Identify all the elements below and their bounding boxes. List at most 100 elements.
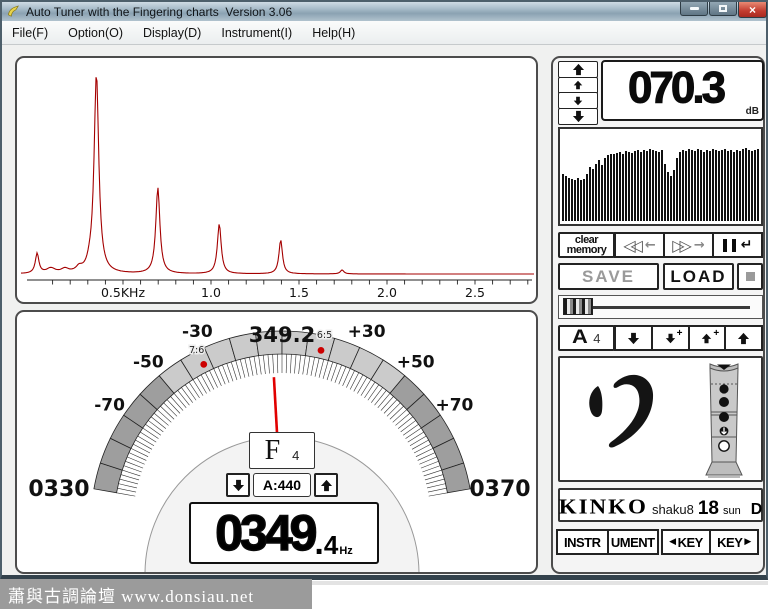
semitone-up-button[interactable]: + xyxy=(688,325,727,351)
history-bar xyxy=(634,151,636,221)
minimize-button[interactable] xyxy=(680,2,708,16)
load-button[interactable]: LOAD xyxy=(663,263,734,290)
level-up-button[interactable] xyxy=(558,77,598,94)
history-bar xyxy=(649,149,651,221)
down-arrow-icon xyxy=(573,96,583,106)
reference-up-button[interactable] xyxy=(314,473,338,497)
instrument-next-button[interactable]: UMENT xyxy=(607,529,660,555)
history-bar xyxy=(580,180,582,221)
reference-down-button[interactable] xyxy=(226,473,250,497)
history-bar xyxy=(616,153,618,221)
instrument-buttons: INSTR UMENT xyxy=(558,529,659,555)
frequency-decimal: 4 xyxy=(324,532,338,558)
save-button[interactable]: SAVE xyxy=(558,263,659,290)
instrument-model: shaku8 xyxy=(652,502,694,517)
slider-track[interactable] xyxy=(569,306,750,309)
history-bar xyxy=(733,152,735,221)
menu-bar: File(F) Option(O) Display(D) Instrument(… xyxy=(2,21,766,45)
return-arrow-icon: ↵ xyxy=(741,237,753,253)
history-bar xyxy=(622,154,624,222)
menu-instrument[interactable]: Instrument(I) xyxy=(211,23,302,43)
history-bar xyxy=(571,179,573,221)
instrument-prev-button[interactable]: INSTR xyxy=(556,529,609,555)
octave-down-button[interactable] xyxy=(614,325,653,351)
stop-button[interactable] xyxy=(737,263,763,290)
svg-text:349.2: 349.2 xyxy=(249,323,315,347)
menu-option[interactable]: Option(O) xyxy=(58,23,133,43)
history-bar xyxy=(721,150,723,221)
slider-thumb[interactable] xyxy=(563,298,593,315)
history-bar xyxy=(655,151,657,221)
instrument-size: 18 xyxy=(698,498,719,520)
close-icon: × xyxy=(749,4,756,16)
history-bar xyxy=(574,180,576,221)
semitone-down-button[interactable]: + xyxy=(651,325,690,351)
svg-text:1.0: 1.0 xyxy=(201,285,221,300)
history-bar xyxy=(751,151,753,221)
spectrum-chart: 0.5KHz1.01.52.02.5 xyxy=(17,58,536,302)
history-bar xyxy=(739,151,741,221)
down-arrow-icon xyxy=(232,479,245,492)
control-panel: 070.3 dB clear memory ◁◁ ← ▷▷ → xyxy=(551,56,765,574)
desktop-edge xyxy=(312,581,768,585)
maximize-button[interactable] xyxy=(709,2,737,16)
history-bar xyxy=(727,151,729,221)
menu-file[interactable]: File(F) xyxy=(2,23,58,43)
key-buttons: ◀ KEY KEY ▶ xyxy=(663,529,759,555)
reference-pitch-display: A:440 xyxy=(253,473,311,497)
octave-display-button[interactable]: A 4 xyxy=(558,325,615,351)
level-down-button[interactable] xyxy=(558,92,598,109)
level-down-fast-button[interactable] xyxy=(558,108,598,125)
history-bar xyxy=(658,152,660,221)
history-bar xyxy=(586,174,588,221)
history-bar xyxy=(637,150,639,221)
history-bar xyxy=(748,150,750,221)
frequency-integer: 0349 xyxy=(215,508,314,558)
instrument-display: KINKO shaku8 18 sun D xyxy=(558,488,763,522)
rewind-arrow-icon: ← xyxy=(645,238,656,253)
frequency-unit: Hz xyxy=(339,544,352,558)
history-bar xyxy=(700,150,702,221)
history-bar xyxy=(631,153,633,221)
forward-button[interactable]: ▷▷ → xyxy=(663,232,714,258)
key-prev-button[interactable]: ◀ KEY xyxy=(661,529,711,555)
pause-icon xyxy=(732,239,736,252)
history-bar xyxy=(595,164,597,221)
forward-icon: ▷▷ xyxy=(672,236,687,255)
close-button[interactable]: × xyxy=(738,2,767,18)
octave-up-button[interactable] xyxy=(724,325,763,351)
history-bar xyxy=(652,150,654,221)
history-bar xyxy=(613,154,615,221)
watermark-text: 蕭與古調論壇 www.donsiau.net xyxy=(8,582,254,607)
fingering-chart xyxy=(560,358,761,480)
history-bar xyxy=(604,158,606,221)
menu-display[interactable]: Display(D) xyxy=(133,23,211,43)
instrument-key: D xyxy=(751,501,763,519)
transport-controls: ◁◁ ← ▷▷ → ↵ xyxy=(616,232,763,258)
maximize-icon xyxy=(719,5,727,12)
instrument-brand: KINKO xyxy=(559,495,648,519)
position-slider[interactable] xyxy=(558,295,763,319)
note-octave: 4 xyxy=(292,448,299,463)
watermark-banner: 蕭與古調論壇 www.donsiau.net xyxy=(0,579,312,609)
right-triangle-icon: ▶ xyxy=(744,537,750,547)
screen: Auto Tuner with the Fingering charts Ver… xyxy=(0,0,768,614)
key-next-button[interactable]: KEY ▶ xyxy=(709,529,759,555)
up-arrow-icon xyxy=(573,80,583,90)
transpose-controls: + + xyxy=(616,325,763,351)
level-history-panel xyxy=(558,127,763,226)
pause-button[interactable]: ↵ xyxy=(712,232,763,258)
level-up-fast-button[interactable] xyxy=(558,61,598,78)
history-bar xyxy=(718,151,720,221)
bold-up-arrow-icon xyxy=(737,332,750,345)
rewind-icon: ◁◁ xyxy=(623,236,638,255)
clear-memory-button[interactable]: clear memory xyxy=(558,232,615,258)
rewind-button[interactable]: ◁◁ ← xyxy=(614,232,665,258)
history-bar xyxy=(667,172,669,222)
history-bar xyxy=(643,150,645,221)
history-bar xyxy=(742,149,744,221)
up-arrow-icon xyxy=(701,333,712,344)
menu-help[interactable]: Help(H) xyxy=(302,23,365,43)
history-bar xyxy=(646,151,648,221)
history-bar xyxy=(709,151,711,221)
